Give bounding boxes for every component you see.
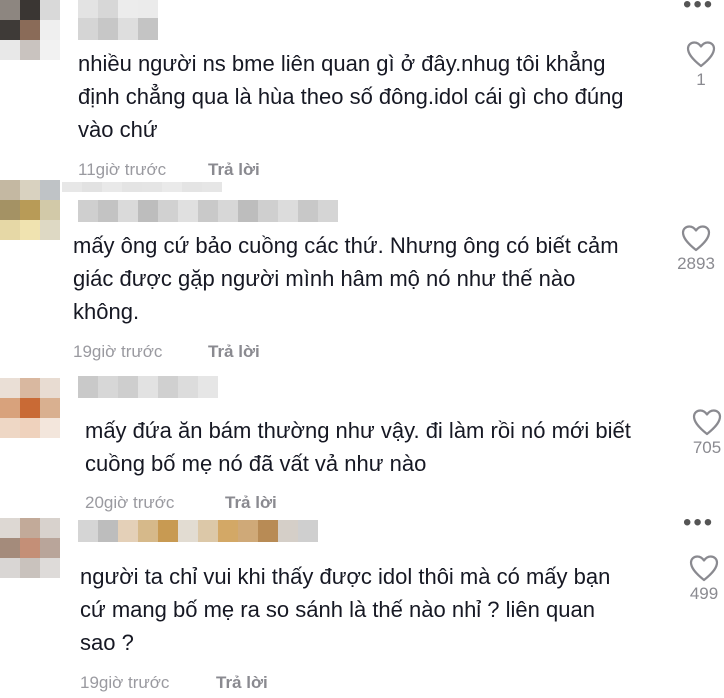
comment-text: nhiều người ns bme liên quan gì ở đây.nh… [78,51,624,142]
reply-button[interactable]: Trả lời [208,342,260,362]
like-button[interactable]: 1 [676,40,724,90]
username-blurred[interactable] [78,520,318,542]
heart-outline-icon [681,225,711,252]
comment-timestamp: 11giờ trước [78,160,167,179]
like-button[interactable]: 705 [682,408,724,458]
like-count: 2893 [677,254,715,273]
more-dots-icon[interactable]: ••• [683,511,714,535]
comment-timestamp: 19giờ trước [80,673,170,692]
reply-button[interactable]: Trả lời [225,493,277,513]
comment-meta: 19giờ trước Trả lời [80,673,268,693]
avatar[interactable] [0,378,60,438]
reply-button[interactable]: Trả lời [216,673,268,693]
reply-button[interactable]: Trả lời [208,160,260,180]
more-dots-icon[interactable]: ••• [683,0,714,17]
avatar[interactable] [0,180,60,240]
comment-meta: 20giờ trước Trả lời [85,493,277,513]
like-count: 1 [696,70,706,89]
comment-text: mấy ông cứ bảo cuồng các thứ. Nhưng ông … [73,233,619,324]
username-blurred-row2 [78,200,338,222]
username-blurred[interactable] [78,376,218,398]
comment-timestamp: 19giờ trước [73,342,163,361]
heart-outline-icon [689,555,719,582]
username-blurred-row2 [78,18,158,40]
like-count: 499 [689,584,719,603]
heart-outline-icon [692,409,722,436]
comment-meta: 11giờ trước Trả lời [78,160,260,180]
like-count: 705 [692,438,722,457]
heart-outline-icon [686,41,716,68]
like-button[interactable]: 2893 [671,224,721,274]
like-button[interactable]: 499 [679,554,724,604]
comment-meta: 19giờ trước Trả lời [73,342,260,362]
comment-text: mấy đứa ăn bám thường như vậy. đi làm rồ… [85,418,631,476]
avatar[interactable] [0,0,60,60]
comment-timestamp: 20giờ trước [85,493,175,512]
comment-text: người ta chỉ vui khi thấy được idol thôi… [80,564,611,655]
avatar[interactable] [0,518,60,578]
